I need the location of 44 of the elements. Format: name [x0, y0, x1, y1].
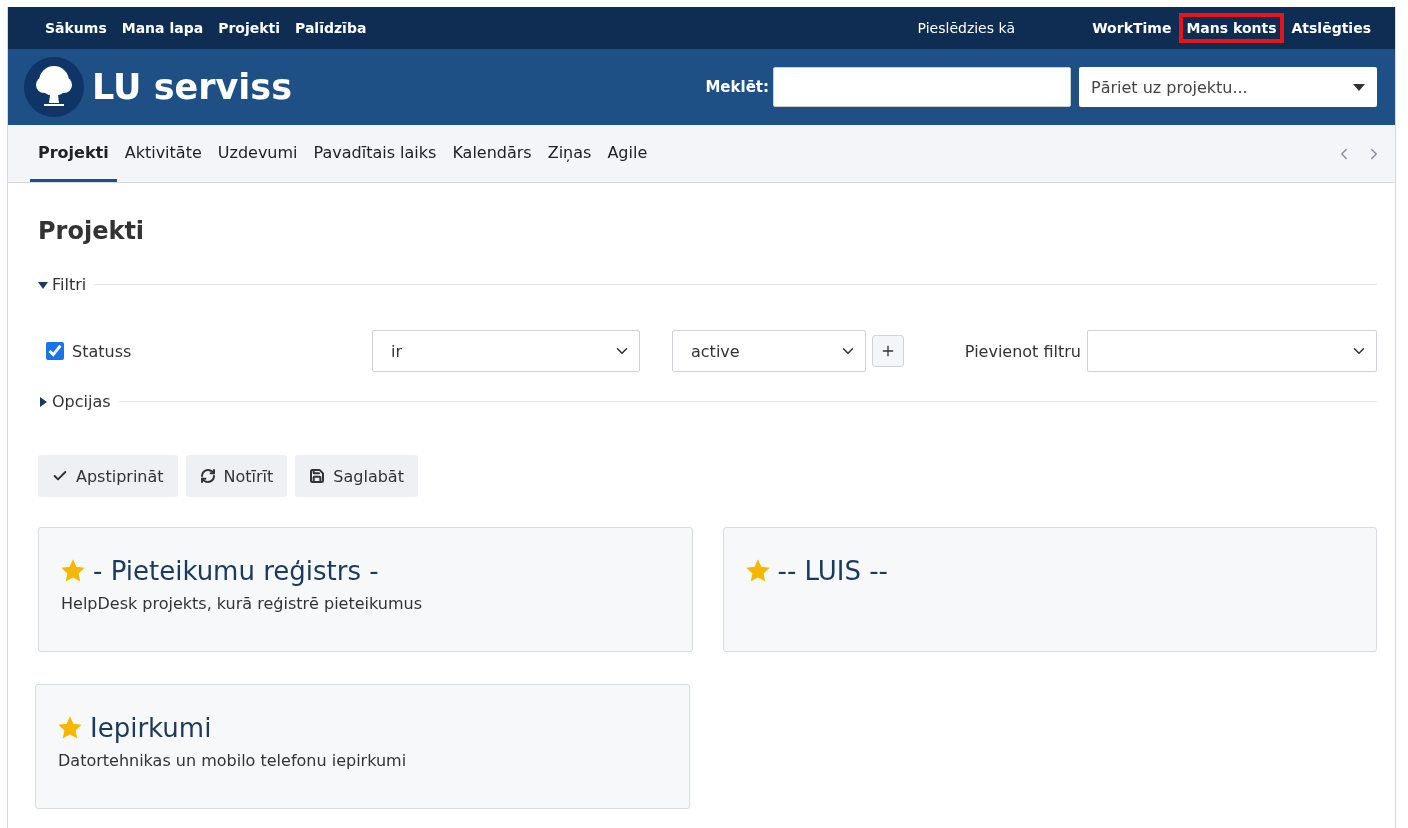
filters-toggle[interactable]: Filtri — [38, 275, 87, 294]
operator-select[interactable]: ir — [372, 330, 640, 372]
top-menu-link[interactable]: Sākums — [38, 13, 114, 43]
nav-tab[interactable]: Aktivitāte — [116, 125, 210, 182]
refresh-icon — [199, 468, 216, 484]
filter-label: Statuss — [72, 341, 133, 361]
tree-logo-icon — [24, 57, 84, 117]
star-icon[interactable] — [745, 559, 770, 583]
nav-tab[interactable]: Pavadītais laiks — [305, 125, 445, 182]
apply-button[interactable]: Apstiprināt — [38, 455, 178, 497]
star-icon[interactable] — [61, 559, 85, 583]
add-filter-label: Pievienot filtru — [964, 341, 1081, 361]
project-description: Datortehnikas un mobilo telefonu iepirkumi — [58, 751, 408, 770]
nav-tab[interactable]: Projekti — [30, 125, 117, 182]
nav-tab[interactable]: Uzdevumi — [209, 125, 306, 182]
project-description: HelpDesk projekts, kurā reģistrē pieteikumus — [61, 594, 423, 613]
search-label: Meklēt: — [705, 78, 769, 96]
project-jump-dropdown[interactable]: Pāriet uz projektu... — [1079, 67, 1377, 107]
project-title[interactable]: Iepirkumi — [90, 713, 212, 743]
top-menu-link[interactable]: Mana lapa — [114, 13, 211, 43]
nav-tab[interactable]: Ziņas — [539, 125, 600, 182]
filter-checkbox[interactable] — [46, 342, 64, 360]
top-menu-link[interactable]: Projekti — [211, 13, 287, 43]
account-menu-link[interactable]: WorkTime — [1085, 13, 1179, 43]
site-title: LU serviss — [92, 67, 292, 107]
options-toggle[interactable]: Opcijas — [38, 392, 111, 411]
account-menu-link[interactable]: Mans konts — [1179, 13, 1284, 43]
add-filter-select[interactable] — [1087, 330, 1377, 372]
top-menu-link[interactable]: Palīdzība — [288, 13, 374, 43]
add-value-button[interactable] — [872, 335, 904, 367]
star-icon[interactable] — [58, 716, 82, 740]
page-title: Projekti — [38, 217, 146, 245]
account-menu-link[interactable]: Atslēgties — [1284, 13, 1378, 43]
clear-button[interactable]: Notīrīt — [185, 455, 288, 497]
plus-icon — [880, 343, 896, 359]
search-field[interactable] — [773, 67, 1071, 107]
nav-tab[interactable]: Kalendārs — [444, 125, 540, 182]
caret-icon — [1353, 83, 1365, 91]
nav-tab[interactable]: Agile — [599, 125, 656, 182]
logged-in-text: Pieslēdzies kā — [917, 20, 1016, 36]
project-title[interactable]: -- LUIS -- — [777, 556, 888, 586]
save-button[interactable]: Saglabāt — [295, 455, 418, 497]
project-title[interactable]: - Pieteikumu reģistrs - — [93, 556, 379, 586]
value-select[interactable]: active — [672, 330, 866, 372]
